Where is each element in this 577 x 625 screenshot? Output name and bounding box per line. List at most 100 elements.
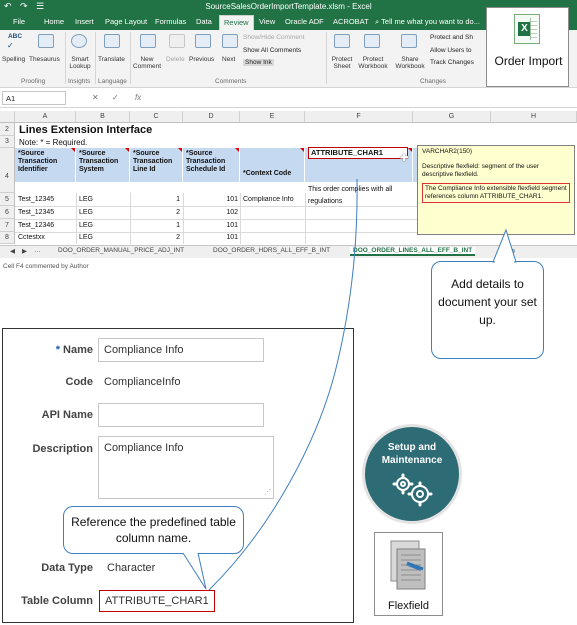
show-all-comments-button[interactable]: Show All Comments: [243, 47, 301, 54]
cell-d7[interactable]: 101: [183, 222, 238, 229]
gridline: [305, 193, 306, 244]
cell-c7[interactable]: 1: [130, 222, 180, 229]
row-header-5[interactable]: 5: [0, 193, 15, 206]
add-sheet-icon[interactable]: ⊕: [510, 247, 515, 255]
comment-indicator[interactable]: [125, 148, 129, 152]
header-source-transaction-system[interactable]: *Source Transaction System: [76, 148, 130, 182]
cell-c6[interactable]: 2: [130, 209, 180, 216]
tab-oracle-adf[interactable]: Oracle ADF: [285, 17, 324, 26]
sheet-nav-right[interactable]: ▶: [22, 247, 27, 255]
comment-indicator[interactable]: [408, 148, 412, 152]
column-header-h[interactable]: H: [491, 111, 577, 123]
track-changes-button[interactable]: Track Changes: [430, 59, 474, 66]
column-header-e[interactable]: E: [240, 111, 305, 123]
next-comment-button[interactable]: Next: [222, 56, 235, 63]
row-header-7[interactable]: 7: [0, 219, 15, 232]
sheet-tab-lines-all-eff[interactable]: DOO_ORDER_LINES_ALL_EFF_B_INT: [350, 247, 476, 256]
cell-d5[interactable]: 101: [183, 196, 238, 203]
allow-users-button[interactable]: Allow Users to: [430, 47, 472, 54]
table-column-value[interactable]: ATTRIBUTE_CHAR1: [99, 590, 215, 612]
row-header-4[interactable]: 4: [0, 148, 15, 193]
cell-e5[interactable]: Compliance Info: [243, 196, 294, 203]
header-context-code[interactable]: *Context Code: [240, 148, 305, 182]
protect-workbook-button[interactable]: Protect Workbook: [355, 56, 391, 70]
cell-a5[interactable]: Test_12345: [18, 196, 54, 203]
column-header-f[interactable]: F: [305, 111, 413, 123]
cell-b7[interactable]: LEG: [79, 222, 93, 229]
cell-c8[interactable]: 2: [130, 234, 180, 241]
comment-indicator[interactable]: [300, 148, 304, 152]
column-header-d[interactable]: D: [183, 111, 240, 123]
protect-and-share-button[interactable]: Protect and Sh: [430, 34, 473, 41]
cell-f5[interactable]: This order complies with all regulations: [308, 184, 412, 208]
cell-d8[interactable]: 101: [183, 234, 238, 241]
row-header-6[interactable]: 6: [0, 206, 15, 219]
tab-file[interactable]: File: [13, 17, 25, 26]
column-header-b[interactable]: B: [76, 111, 130, 123]
resize-handle-icon[interactable]: ⋰: [264, 488, 271, 496]
tab-review[interactable]: Review: [219, 15, 254, 30]
cell-c5[interactable]: 1: [130, 196, 180, 203]
show-hide-comment-button[interactable]: Show/Hide Comment: [243, 34, 304, 41]
data-type-value: Character: [107, 562, 156, 574]
protect-sheet-button[interactable]: Protect Sheet: [329, 56, 355, 70]
cell-a7[interactable]: Test_12346: [18, 222, 54, 229]
tab-formulas[interactable]: Formulas: [155, 17, 186, 26]
header-attribute-char1[interactable]: ATTRIBUTE_CHAR1: [308, 147, 408, 159]
group-proofing: Proofing: [21, 78, 46, 85]
tab-data[interactable]: Data: [196, 17, 212, 26]
tab-insert[interactable]: Insert: [75, 17, 94, 26]
share-workbook-button[interactable]: Share Workbook: [392, 56, 428, 70]
header-source-transaction-line-id[interactable]: *Source Transaction Line Id: [130, 148, 183, 182]
api-name-input[interactable]: [98, 403, 264, 427]
order-import-tile[interactable]: X Order Import: [486, 7, 569, 87]
sheet-nav-more[interactable]: …: [496, 247, 503, 254]
cell-b8[interactable]: LEG: [79, 234, 93, 241]
header-source-transaction-identifier[interactable]: *Source Transaction Identifier: [15, 148, 76, 182]
comment-indicator[interactable]: [235, 148, 239, 152]
sheet-tab-manual-price-adj[interactable]: DOO_ORDER_MANUAL_PRICE_ADJ_INT: [58, 247, 184, 254]
row-header-2[interactable]: 2: [0, 123, 15, 136]
column-header-a[interactable]: A: [15, 111, 76, 123]
show-ink-button[interactable]: Show Ink: [243, 59, 274, 66]
column-header-c[interactable]: C: [130, 111, 183, 123]
comment-indicator[interactable]: [178, 148, 182, 152]
delete-comment-button[interactable]: Delete: [166, 56, 185, 63]
cell-d6[interactable]: 102: [183, 209, 238, 216]
cancel-icon[interactable]: ✕: [92, 93, 99, 102]
cell-b6[interactable]: LEG: [79, 209, 93, 216]
sheet-tab-hdrs-all-eff[interactable]: DOO_ORDER_HDRS_ALL_EFF_B_INT: [213, 247, 330, 254]
enter-icon[interactable]: ✓: [112, 93, 119, 102]
row-header-3[interactable]: 3: [0, 136, 15, 148]
tell-me-search[interactable]: ⌕ Tell me what you want to do...: [375, 17, 480, 27]
tab-acrobat[interactable]: ACROBAT: [333, 17, 369, 26]
sheet-nav-more[interactable]: …: [34, 247, 41, 254]
smart-lookup-button[interactable]: Smart Lookup: [67, 56, 93, 70]
sheet-nav-left[interactable]: ◀: [10, 247, 15, 255]
header-source-transaction-schedule-id[interactable]: *Source Transaction Schedule Id: [183, 148, 240, 182]
new-comment-button[interactable]: New Comment: [132, 56, 162, 70]
cell-a8[interactable]: Cctestxx: [18, 234, 45, 241]
setup-and-maintenance-tile[interactable]: Setup and Maintenance: [362, 424, 462, 524]
tab-view[interactable]: View: [259, 17, 275, 26]
smart-lookup-icon: [71, 34, 87, 48]
name-box[interactable]: A1: [2, 91, 66, 105]
flexfield-tile[interactable]: Flexfield: [374, 532, 443, 616]
select-all-corner[interactable]: [0, 111, 15, 123]
tab-page-layout[interactable]: Page Layout: [105, 17, 147, 26]
tab-home[interactable]: Home: [44, 17, 64, 26]
translate-button[interactable]: Translate: [98, 56, 125, 63]
name-input[interactable]: Compliance Info: [98, 338, 264, 362]
cell-a6[interactable]: Test_12345: [18, 209, 54, 216]
description-textarea[interactable]: Compliance Info: [98, 436, 274, 499]
spelling-button[interactable]: Spelling: [2, 56, 25, 63]
column-header-g[interactable]: G: [413, 111, 491, 123]
cell-b5[interactable]: LEG: [79, 196, 93, 203]
previous-comment-button[interactable]: Previous: [189, 56, 214, 63]
insert-function-button[interactable]: fx: [135, 93, 141, 102]
cell-comment[interactable]: VARCHAR2(150) Descriptive flexfield: seg…: [417, 145, 575, 235]
comment-indicator[interactable]: [71, 148, 75, 152]
row-header-8[interactable]: 8: [0, 232, 15, 244]
thesaurus-button[interactable]: Thesaurus: [29, 56, 60, 63]
header-attribute-char1-cell[interactable]: ATTRIBUTE_CHAR1: [305, 147, 413, 182]
